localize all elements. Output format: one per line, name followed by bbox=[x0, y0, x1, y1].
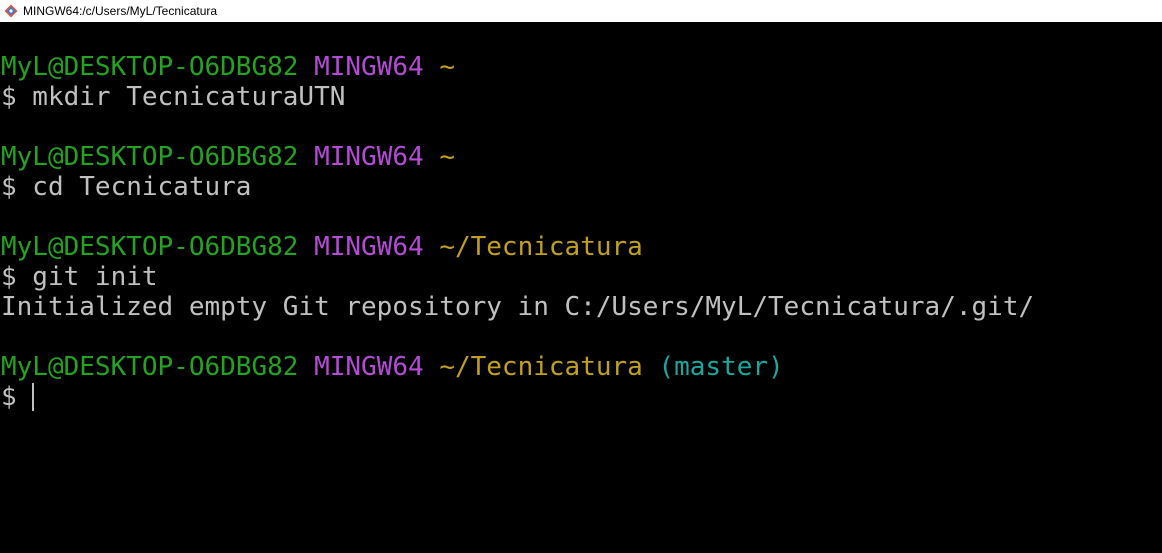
prompt-user: MyL@DESKTOP-O6DBG82 bbox=[1, 142, 299, 172]
prompt-user: MyL@DESKTOP-O6DBG82 bbox=[1, 232, 299, 262]
prompt-line: MyL@DESKTOP-O6DBG82 MINGW64 ~ bbox=[1, 142, 1162, 172]
command-prompt: $ bbox=[1, 382, 33, 412]
prompt-line: MyL@DESKTOP-O6DBG82 MINGW64 ~/Tecnicatur… bbox=[1, 352, 1162, 382]
terminal-window: MINGW64:/c/Users/MyL/Tecnicatura MyL@DES… bbox=[0, 0, 1162, 553]
prompt-line: MyL@DESKTOP-O6DBG82 MINGW64 ~ bbox=[1, 52, 1162, 82]
command-line: $ git init bbox=[1, 262, 158, 292]
window-title: MINGW64:/c/Users/MyL/Tecnicatura bbox=[23, 4, 218, 18]
prompt-branch: (master) bbox=[658, 352, 784, 382]
command-output: Initialized empty Git repository in C:/U… bbox=[1, 292, 1035, 322]
prompt-host: MINGW64 bbox=[314, 352, 424, 382]
text-cursor bbox=[32, 383, 35, 411]
prompt-user: MyL@DESKTOP-O6DBG82 bbox=[1, 352, 299, 382]
prompt-host: MINGW64 bbox=[314, 142, 424, 172]
prompt-path: ~ bbox=[439, 52, 455, 82]
git-bash-icon bbox=[4, 4, 18, 18]
prompt-line: MyL@DESKTOP-O6DBG82 MINGW64 ~/Tecnicatur… bbox=[1, 232, 1162, 262]
command-line: $ mkdir TecnicaturaUTN bbox=[1, 82, 346, 112]
prompt-user: MyL@DESKTOP-O6DBG82 bbox=[1, 52, 299, 82]
prompt-host: MINGW64 bbox=[314, 232, 424, 262]
command-line: $ cd Tecnicatura bbox=[1, 172, 252, 202]
input-line[interactable]: $ bbox=[1, 382, 1162, 412]
prompt-path: ~/Tecnicatura bbox=[439, 232, 643, 262]
prompt-host: MINGW64 bbox=[314, 52, 424, 82]
prompt-path: ~/Tecnicatura bbox=[439, 352, 643, 382]
title-bar[interactable]: MINGW64:/c/Users/MyL/Tecnicatura bbox=[0, 0, 1162, 22]
terminal-output[interactable]: MyL@DESKTOP-O6DBG82 MINGW64 ~ $ mkdir Te… bbox=[0, 22, 1162, 553]
prompt-path: ~ bbox=[439, 142, 455, 172]
